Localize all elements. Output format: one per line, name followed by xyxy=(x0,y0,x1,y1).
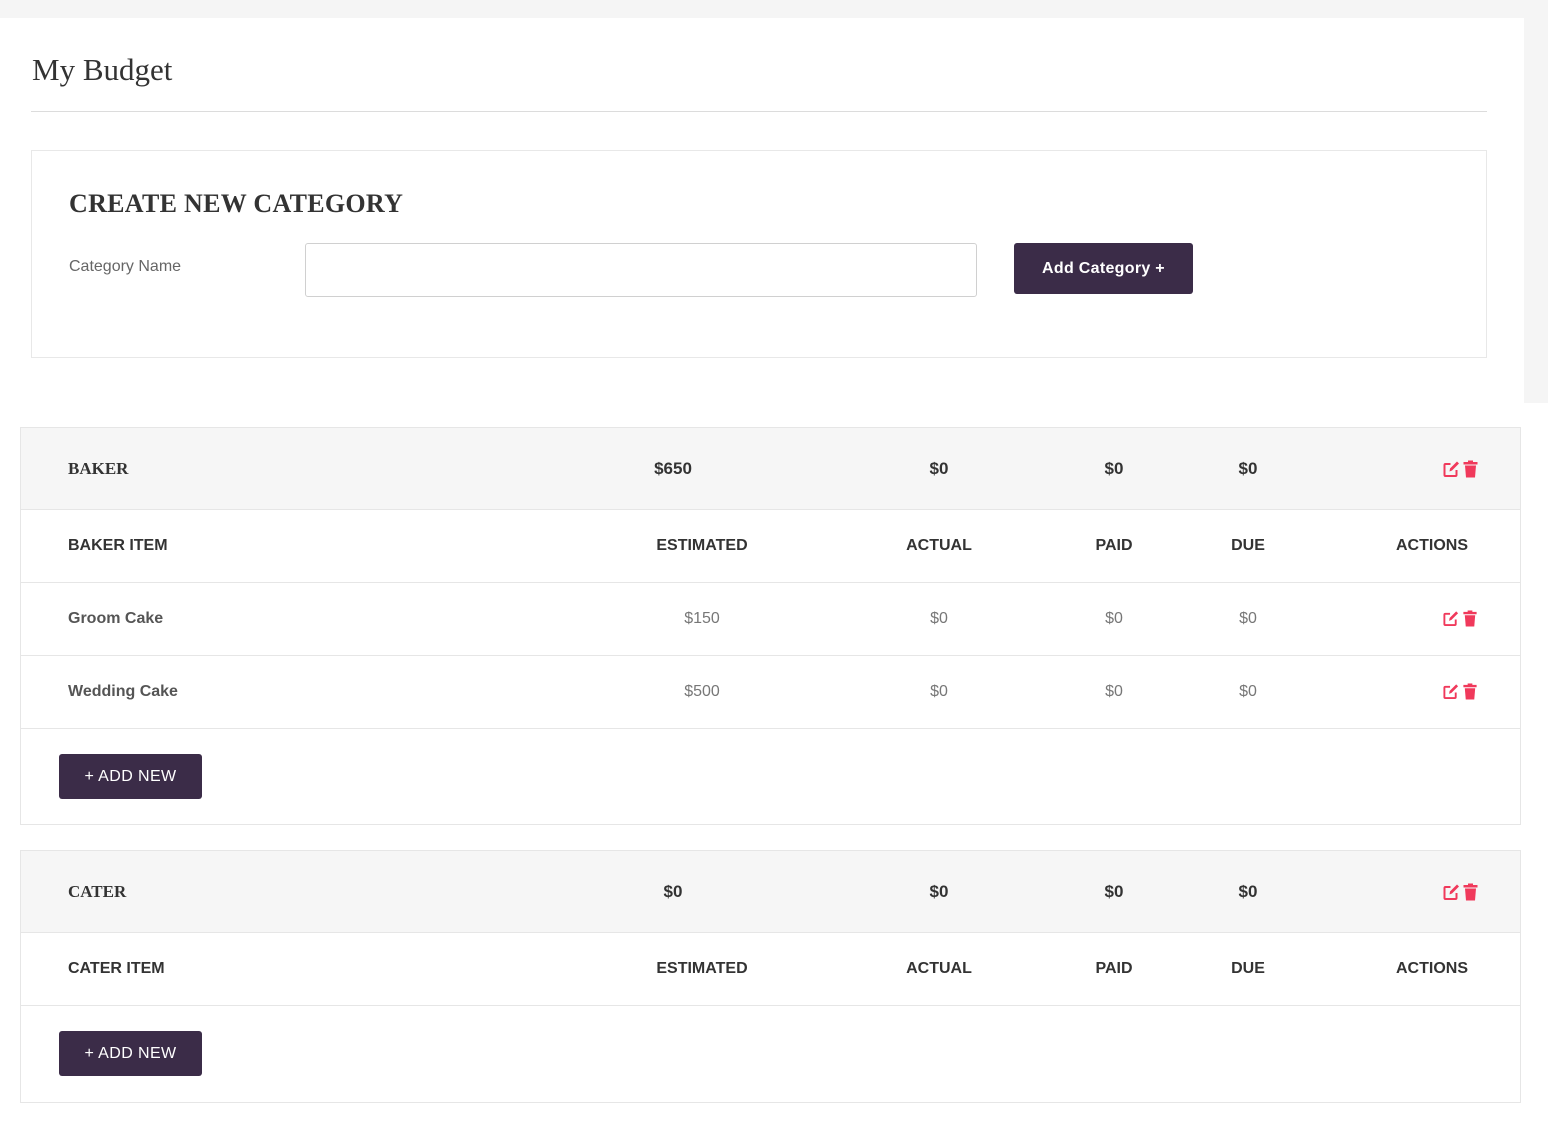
item-actions xyxy=(1443,610,1480,628)
category-name: BAKER xyxy=(68,458,129,478)
item-estimated: $150 xyxy=(684,610,720,627)
item-column-header: BAKER ITEM xyxy=(68,537,168,554)
edit-icon[interactable] xyxy=(1443,460,1461,478)
right-strip xyxy=(1524,18,1548,403)
trash-icon[interactable] xyxy=(1462,460,1480,478)
item-header-row: CATER ITEM ESTIMATED ACTUAL PAID DUE ACT… xyxy=(21,933,1520,1006)
item-paid: $0 xyxy=(1105,610,1123,627)
edit-icon[interactable] xyxy=(1443,883,1461,901)
category-estimated-total: $0 xyxy=(663,881,683,901)
trash-icon[interactable] xyxy=(1462,883,1480,901)
category-paid-total: $0 xyxy=(1104,458,1124,478)
item-due: $0 xyxy=(1239,610,1257,627)
actual-column-header: ACTUAL xyxy=(906,537,972,554)
category-summary-row: CATER $0 $0 $0 $0 xyxy=(21,851,1520,933)
category-due-total: $0 xyxy=(1238,458,1258,478)
trash-icon[interactable] xyxy=(1462,610,1480,628)
title-divider xyxy=(31,111,1487,112)
item-actual: $0 xyxy=(930,610,948,627)
paid-column-header: PAID xyxy=(1095,537,1133,554)
item-actions xyxy=(1443,683,1480,701)
category-name-label: Category Name xyxy=(69,258,182,275)
estimated-column-header: ESTIMATED xyxy=(656,537,748,554)
trash-icon[interactable] xyxy=(1462,683,1480,701)
category-name: CATER xyxy=(68,881,127,901)
item-header-row: BAKER ITEM ESTIMATED ACTUAL PAID DUE ACT… xyxy=(21,510,1520,583)
add-new-item-button[interactable]: + ADD NEW xyxy=(59,754,202,799)
category-summary-row: BAKER $650 $0 $0 $0 xyxy=(21,428,1520,510)
create-category-panel: CREATE NEW CATEGORY Category Name Add Ca… xyxy=(31,150,1487,358)
category-estimated-total: $650 xyxy=(654,458,692,478)
item-actual: $0 xyxy=(930,683,948,700)
category-actual-total: $0 xyxy=(929,881,949,901)
item-estimated: $500 xyxy=(684,683,720,700)
item-column-header: CATER ITEM xyxy=(68,960,165,977)
add-item-footer: + ADD NEW xyxy=(21,729,1520,824)
actions-column-header: ACTIONS xyxy=(1396,960,1468,977)
paid-column-header: PAID xyxy=(1095,960,1133,977)
category-table-cater: CATER $0 $0 $0 $0 CATER ITEM ESTIMATED A… xyxy=(20,850,1521,1103)
edit-icon[interactable] xyxy=(1443,610,1461,628)
category-name-input[interactable] xyxy=(305,243,977,297)
due-column-header: DUE xyxy=(1231,960,1265,977)
category-actions xyxy=(1443,883,1480,901)
add-new-item-button[interactable]: + ADD NEW xyxy=(59,1031,202,1076)
category-actual-total: $0 xyxy=(929,458,949,478)
estimated-column-header: ESTIMATED xyxy=(656,960,748,977)
category-actions xyxy=(1443,460,1480,478)
add-item-footer: + ADD NEW xyxy=(21,1006,1520,1101)
add-category-button[interactable]: Add Category + xyxy=(1014,243,1193,294)
category-paid-total: $0 xyxy=(1104,881,1124,901)
item-name: Wedding Cake xyxy=(68,683,178,700)
top-strip xyxy=(0,0,1548,18)
actions-column-header: ACTIONS xyxy=(1396,537,1468,554)
page-title: My Budget xyxy=(32,52,173,87)
table-row: Groom Cake $150 $0 $0 $0 xyxy=(21,583,1520,656)
item-name: Groom Cake xyxy=(68,610,164,627)
due-column-header: DUE xyxy=(1231,537,1265,554)
item-paid: $0 xyxy=(1105,683,1123,700)
item-due: $0 xyxy=(1239,683,1257,700)
category-table-baker: BAKER $650 $0 $0 $0 BAKER ITEM ESTIMATED… xyxy=(20,427,1521,825)
category-due-total: $0 xyxy=(1238,881,1258,901)
actual-column-header: ACTUAL xyxy=(906,960,972,977)
table-row: Wedding Cake $500 $0 $0 $0 xyxy=(21,656,1520,729)
create-category-heading: CREATE NEW CATEGORY xyxy=(69,189,404,218)
edit-icon[interactable] xyxy=(1443,683,1461,701)
